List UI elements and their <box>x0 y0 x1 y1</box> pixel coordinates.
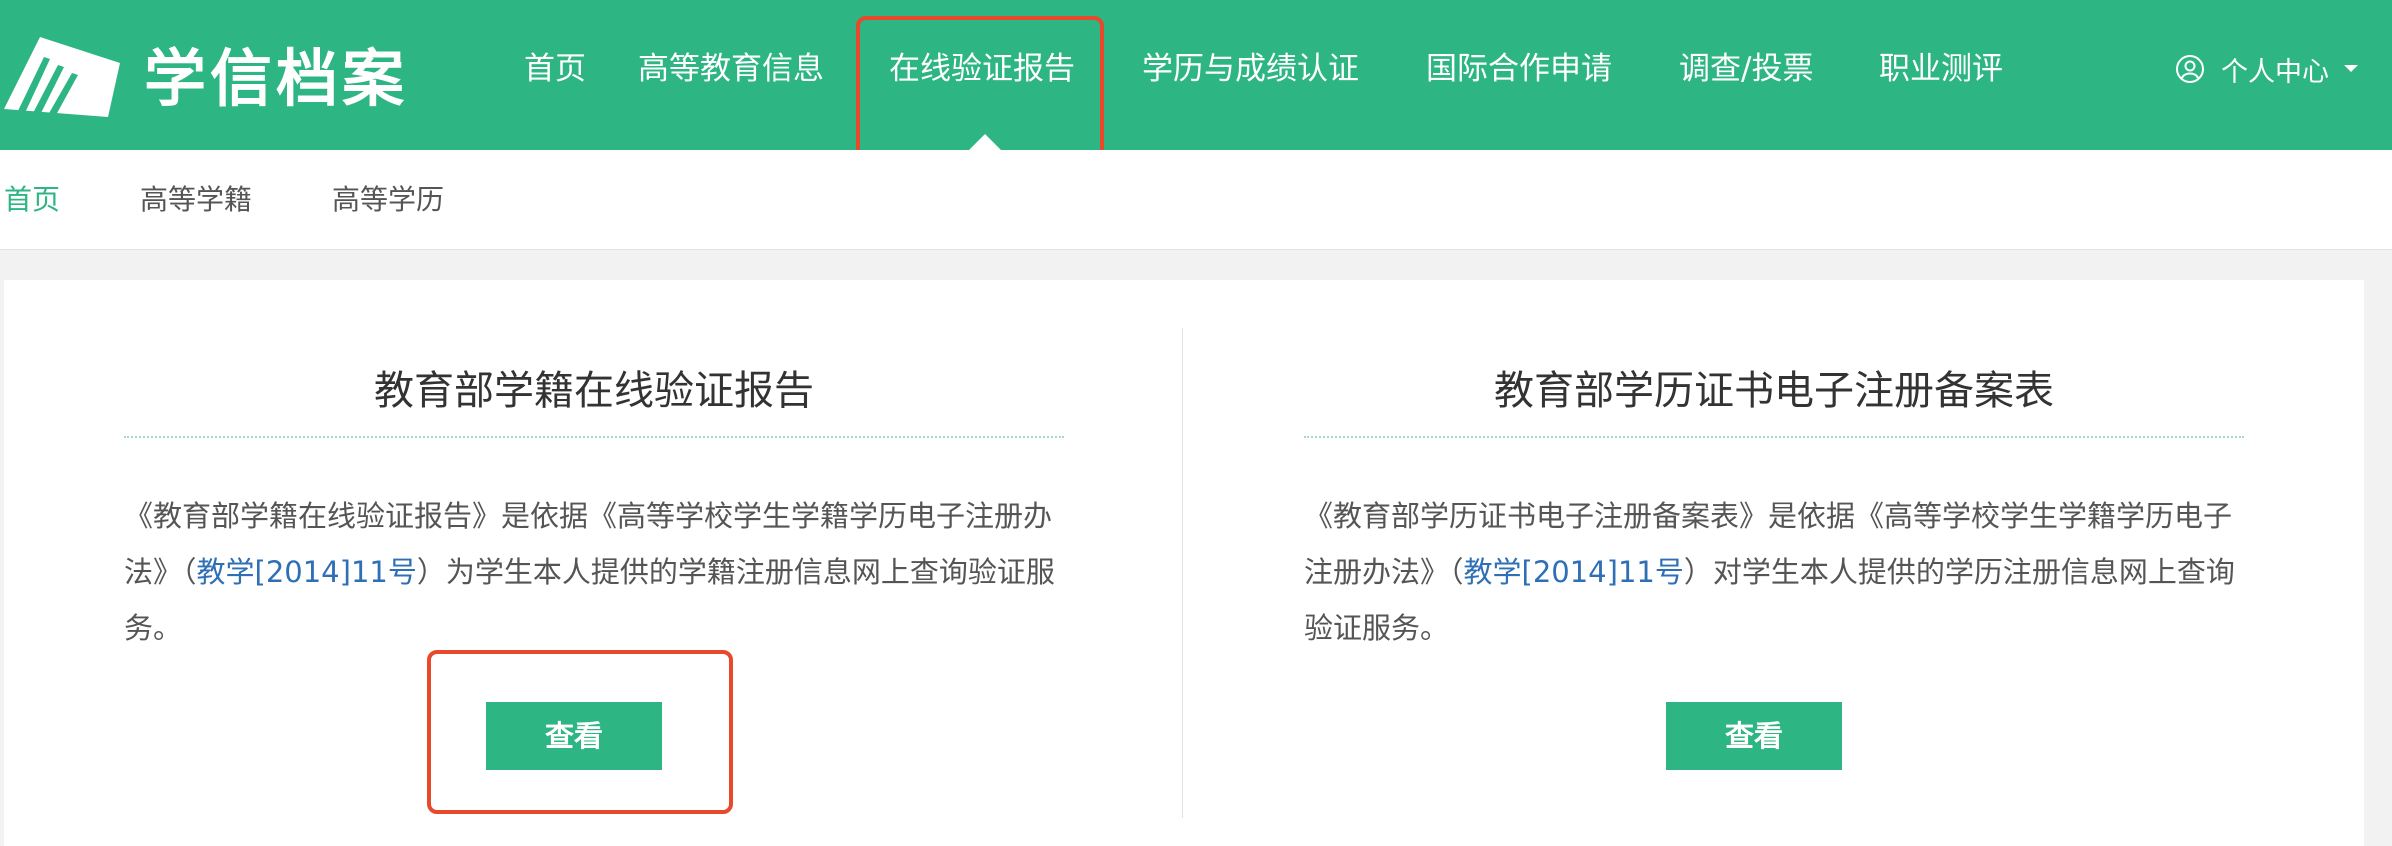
top-header: 学信档案 首页 高等教育信息 在线验证报告 学历与成绩认证 国际合作申请 调查/… <box>0 0 2392 150</box>
book-pages-icon <box>0 29 124 117</box>
nav-international-cooperation[interactable]: 国际合作申请 <box>1426 46 1612 92</box>
policy-document-link[interactable]: 教学[2014]11号 <box>197 555 417 589</box>
sub-navigation: 首页 高等学籍 高等学历 <box>0 150 2392 250</box>
panel-description: 《教育部学籍在线验证报告》是依据《高等学校学生学籍学历电子注册办法》（教学[20… <box>124 488 1064 656</box>
panel-divider <box>1182 328 1183 818</box>
policy-document-link[interactable]: 教学[2014]11号 <box>1464 555 1684 589</box>
title-divider <box>124 436 1064 438</box>
panel-title: 教育部学历证书电子注册备案表 <box>1494 368 2054 414</box>
panel-title: 教育部学籍在线验证报告 <box>374 368 814 414</box>
caret-down-icon <box>2343 64 2359 74</box>
report-card: 教育部学籍在线验证报告 《教育部学籍在线验证报告》是依据《高等学校学生学籍学历电… <box>4 280 2364 846</box>
view-student-status-report-button[interactable]: 查看 <box>486 702 662 770</box>
subnav-academic-degree[interactable]: 高等学历 <box>332 180 444 220</box>
logo[interactable]: 学信档案 <box>0 28 408 118</box>
subnav-student-status[interactable]: 高等学籍 <box>140 180 252 220</box>
user-circle-icon <box>2175 54 2205 84</box>
view-degree-certificate-record-button[interactable]: 查看 <box>1666 702 1842 770</box>
user-center-label: 个人中心 <box>2221 56 2329 88</box>
active-nav-indicator <box>969 134 1001 150</box>
nav-survey-vote[interactable]: 调查/投票 <box>1679 46 1813 92</box>
user-center-menu[interactable]: 个人中心 <box>2175 46 2359 92</box>
panel-student-status-report: 教育部学籍在线验证报告 《教育部学籍在线验证报告》是依据《高等学校学生学籍学历电… <box>124 280 1064 846</box>
nav-higher-education-info[interactable]: 高等教育信息 <box>638 46 824 92</box>
subnav-home[interactable]: 首页 <box>4 180 60 220</box>
panel-description: 《教育部学历证书电子注册备案表》是依据《高等学校学生学籍学历电子注册办法》（教学… <box>1304 488 2244 656</box>
title-divider <box>1304 436 2244 438</box>
panel-degree-certificate-record: 教育部学历证书电子注册备案表 《教育部学历证书电子注册备案表》是依据《高等学校学… <box>1304 280 2244 846</box>
nav-home[interactable]: 首页 <box>524 46 586 92</box>
logo-text: 学信档案 <box>144 42 409 115</box>
nav-career-assessment[interactable]: 职业测评 <box>1879 46 2003 92</box>
nav-degree-grade-certification[interactable]: 学历与成绩认证 <box>1142 46 1359 92</box>
nav-online-verification-report[interactable]: 在线验证报告 <box>889 46 1075 92</box>
